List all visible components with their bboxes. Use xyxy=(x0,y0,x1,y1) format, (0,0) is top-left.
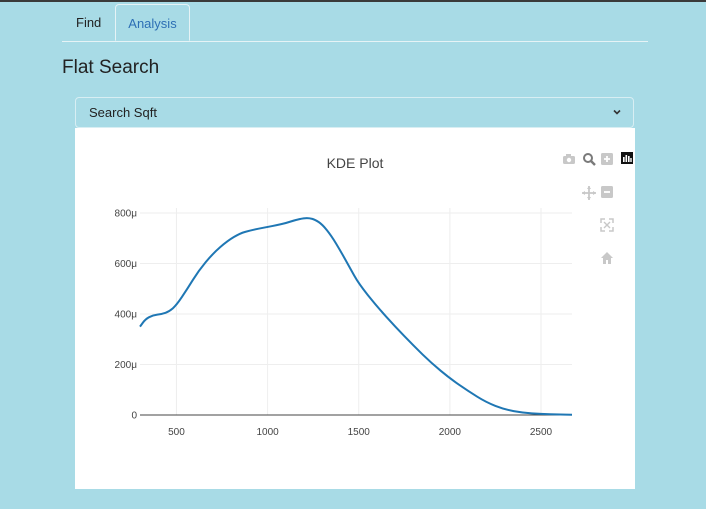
kde-chart: KDE Plot 500 1000 1500 2000 2500 0 200μ 400μ 600… xyxy=(115,152,633,438)
x-tick-label: 500 xyxy=(168,427,185,438)
window-top-border xyxy=(0,0,706,2)
zoom-icon[interactable] xyxy=(583,153,596,166)
search-sqft-dropdown[interactable]: Search Sqft xyxy=(75,97,634,128)
chevron-down-icon xyxy=(613,109,621,115)
pan-icon[interactable] xyxy=(582,186,596,200)
y-tick-label: 600μ xyxy=(115,259,138,270)
dropdown-label: Search Sqft xyxy=(89,105,157,120)
autoscale-icon[interactable] xyxy=(600,218,614,232)
x-tick-label: 1500 xyxy=(348,427,371,438)
plotly-logo-icon[interactable] xyxy=(621,152,633,164)
y-tick-label: 800μ xyxy=(115,209,138,220)
chart-panel: KDE Plot 500 1000 1500 2000 2500 0 200μ 400μ 600… xyxy=(75,128,635,489)
tab-analysis[interactable]: Analysis xyxy=(115,4,190,41)
chart-title: KDE Plot xyxy=(327,155,384,171)
x-tick-label: 2500 xyxy=(530,427,553,438)
home-icon[interactable] xyxy=(601,252,613,264)
page-title: Flat Search xyxy=(62,57,160,78)
y-tick-label: 400μ xyxy=(115,310,138,321)
camera-icon[interactable] xyxy=(563,154,575,164)
x-tick-label: 2000 xyxy=(439,427,462,438)
zoom-in-icon[interactable] xyxy=(601,153,613,165)
zoom-out-icon[interactable] xyxy=(601,186,613,198)
y-tick-label: 0 xyxy=(131,411,137,422)
tab-find[interactable]: Find xyxy=(62,5,115,40)
y-tick-label: 200μ xyxy=(115,360,138,371)
x-tick-label: 1000 xyxy=(256,427,279,438)
tab-bar: Find Analysis xyxy=(62,4,648,42)
kde-line-series xyxy=(139,217,573,416)
